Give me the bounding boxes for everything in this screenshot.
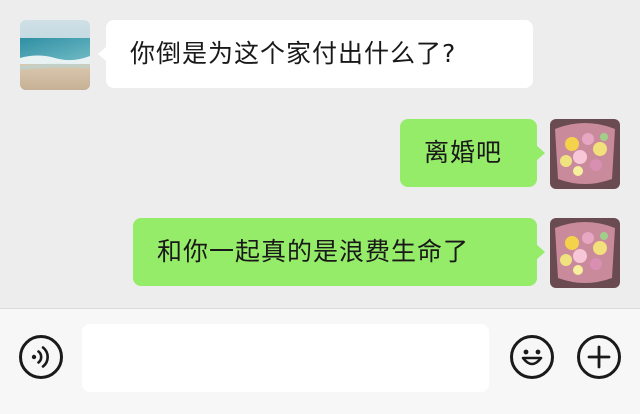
plus-icon xyxy=(587,345,611,369)
emoji-button[interactable] xyxy=(510,335,554,379)
flower-bouquet-icon xyxy=(550,218,620,288)
my-avatar[interactable] xyxy=(550,119,620,189)
emoji-icon xyxy=(521,349,543,366)
message-bubble-incoming[interactable]: 你倒是为这个家付出什么了? xyxy=(98,20,533,88)
my-avatar[interactable] xyxy=(550,218,620,288)
flower-bouquet-icon xyxy=(550,119,620,189)
input-bar xyxy=(0,308,640,414)
chat-area: 你倒是为这个家付出什么了? 离婚吧 和你一起真的是浪费生命了 xyxy=(0,0,640,308)
message-bubble-outgoing[interactable]: 和你一起真的是浪费生命了 xyxy=(133,218,545,286)
message-input[interactable] xyxy=(82,324,489,392)
voice-button[interactable] xyxy=(19,335,63,379)
contact-avatar[interactable] xyxy=(20,20,90,90)
beach-photo-icon xyxy=(20,20,90,90)
add-button[interactable] xyxy=(577,335,621,379)
message-text: 和你一起真的是浪费生命了 xyxy=(157,237,470,266)
voice-icon xyxy=(31,346,49,368)
message-text: 离婚吧 xyxy=(424,138,503,167)
message-text: 你倒是为这个家付出什么了? xyxy=(130,39,457,68)
message-bubble-outgoing[interactable]: 离婚吧 xyxy=(400,119,545,187)
